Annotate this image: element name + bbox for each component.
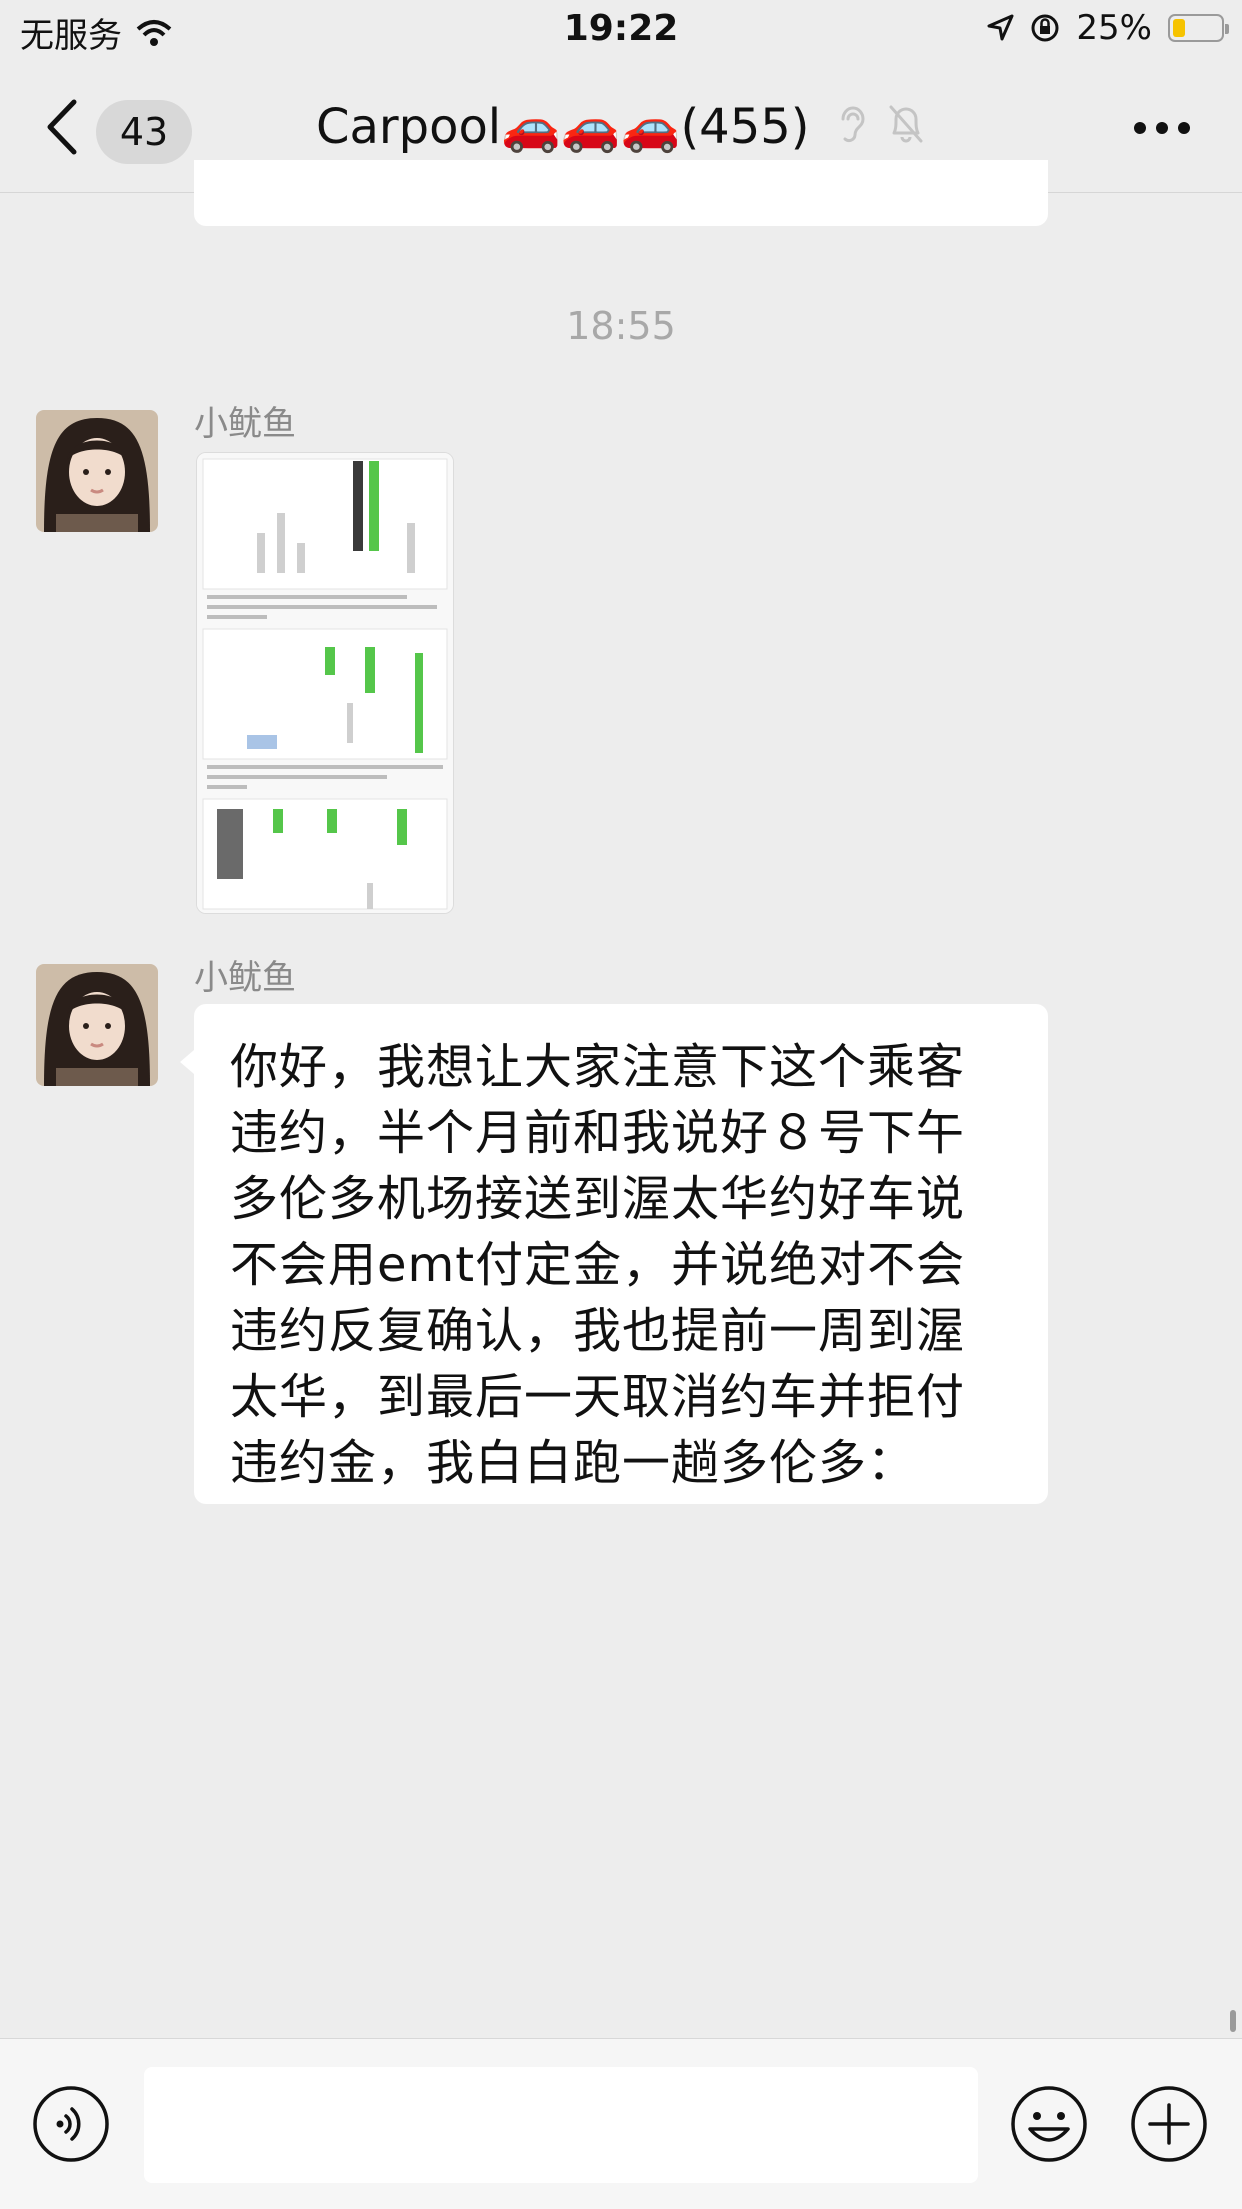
previous-message-bubble[interactable] (194, 160, 1048, 226)
battery-icon (1168, 14, 1229, 42)
status-bar: 无服务 19:22 25% (0, 0, 1242, 62)
chat-title-text: Carpool🚗🚗🚗(455) (315, 99, 810, 155)
title-meta-icons (835, 101, 926, 159)
sender-name: 小鱿鱼 (194, 958, 296, 998)
status-right: 25% (986, 8, 1229, 48)
battery-percent: 25% (1076, 8, 1152, 48)
more-dots-icon[interactable] (1132, 120, 1192, 136)
rotation-lock-icon (1031, 14, 1059, 42)
ear-icon (841, 106, 865, 143)
battery-fill (1173, 19, 1185, 37)
text-message-bubble[interactable]: 你好，我想让大家注意下这个乘客 违约，半个月前和我说好８号下午 多伦多机场接送到… (180, 1004, 1048, 1504)
sender-name: 小鱿鱼 (194, 404, 296, 444)
avatar-image (36, 410, 158, 532)
message-input[interactable] (144, 2067, 978, 2183)
voice-icon[interactable] (32, 2085, 110, 2163)
emoji-icon[interactable] (1010, 2085, 1088, 2163)
message-text: 你好，我想让大家注意下这个乘客 违约，半个月前和我说好８号下午 多伦多机场接送到… (230, 1039, 966, 1491)
plus-icon[interactable] (1130, 2085, 1208, 2163)
sender-avatar[interactable] (36, 410, 158, 532)
location-arrow-icon (987, 14, 1014, 41)
image-message-thumbnail (197, 453, 453, 913)
sender-avatar[interactable] (36, 964, 158, 1086)
image-message[interactable] (196, 452, 454, 914)
time-divider: 18:55 (566, 304, 676, 348)
scroll-indicator[interactable] (1230, 2010, 1236, 2032)
avatar-image (36, 964, 158, 1086)
bell-muted-icon (889, 105, 923, 143)
input-bar (0, 2038, 1242, 2209)
chat-title[interactable]: Carpool🚗🚗🚗(455) (0, 98, 1242, 159)
